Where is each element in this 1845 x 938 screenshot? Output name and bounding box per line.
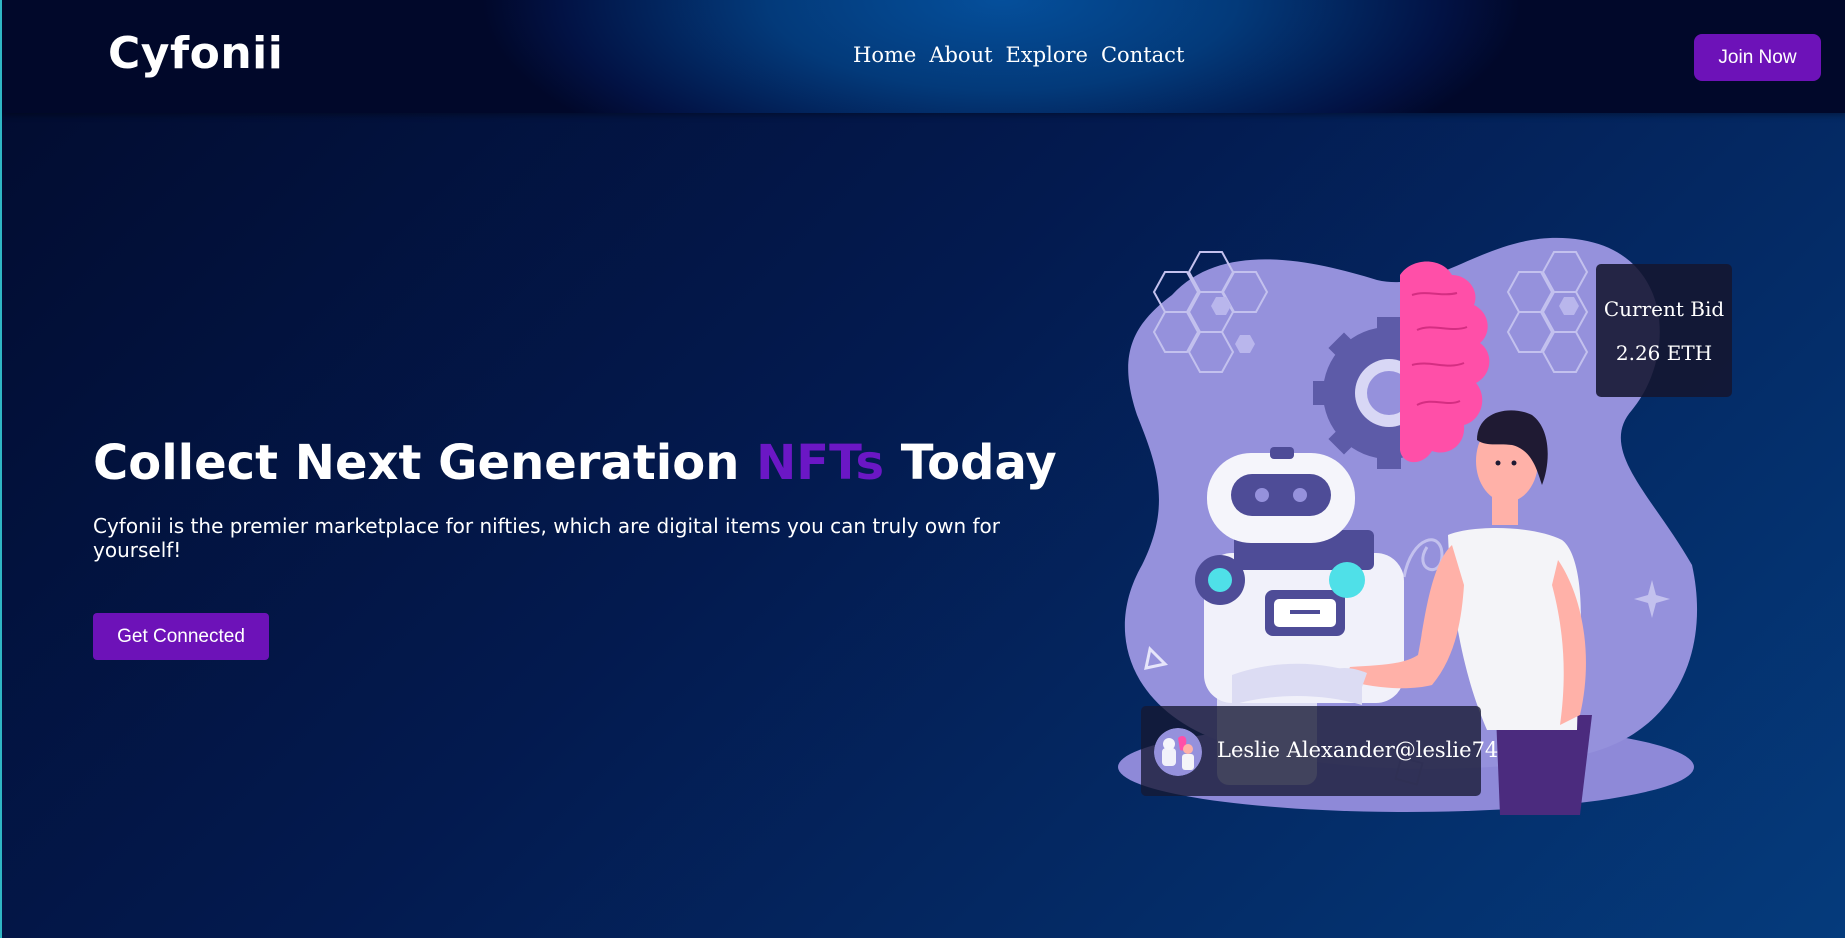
creator-name: Leslie Alexander@leslie74: [1217, 738, 1499, 762]
hero-title: Collect Next Generation NFTs Today: [93, 435, 1057, 491]
nav-contact[interactable]: Contact: [1101, 43, 1184, 67]
header: Cyfonii Home About Explore Contact Join …: [2, 0, 1845, 113]
creator-card[interactable]: Leslie Alexander@leslie74: [1141, 706, 1498, 796]
logo[interactable]: Cyfonii: [108, 28, 283, 79]
page: Cyfonii Home About Explore Contact Join …: [0, 0, 1845, 938]
nav-home[interactable]: Home: [853, 43, 916, 67]
hero-title-start: Collect Next Generation: [93, 435, 757, 491]
creator-avatar: [1154, 728, 1202, 776]
bid-label: Current Bid: [1603, 297, 1725, 321]
join-now-button[interactable]: Join Now: [1694, 34, 1821, 81]
hero-title-end: Today: [884, 435, 1057, 491]
current-bid-card: Current Bid 2.26 ETH: [1596, 264, 1732, 397]
bid-value: 2.26 ETH: [1615, 341, 1713, 365]
main-nav: Home About Explore Contact: [853, 43, 1184, 67]
get-connected-button[interactable]: Get Connected: [93, 613, 269, 660]
hero-description: Cyfonii is the premier marketplace for n…: [93, 514, 1001, 562]
nav-explore[interactable]: Explore: [1006, 43, 1088, 67]
nav-about[interactable]: About: [929, 43, 992, 67]
hero-title-accent: NFTs: [756, 435, 885, 491]
